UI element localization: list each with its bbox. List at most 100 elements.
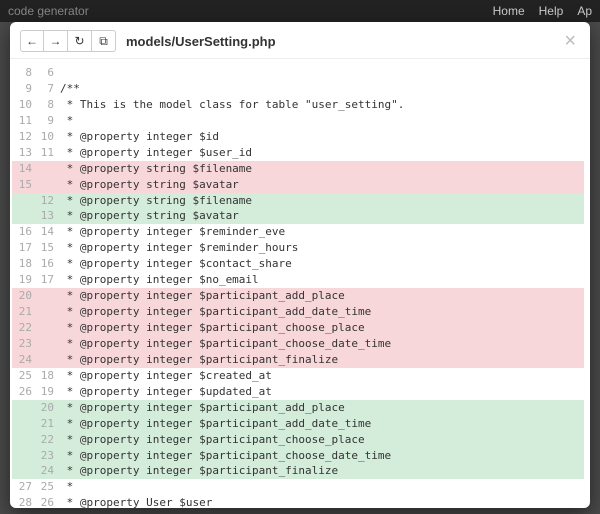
old-line-number: [12, 432, 34, 448]
old-line-number: [12, 400, 34, 416]
old-line-number: 24: [12, 352, 34, 368]
code-content: * @property integer $contact_share: [56, 256, 584, 272]
old-line-number: 11: [12, 113, 34, 129]
diff-line-del: 21 * @property integer $participant_add_…: [12, 304, 584, 320]
code-content: * @property integer $participant_add_dat…: [56, 304, 584, 320]
new-line-number: 13: [34, 208, 56, 224]
diff-line-del: 15 * @property string $avatar: [12, 177, 584, 193]
code-content: * @property integer $participant_add_pla…: [56, 400, 584, 416]
new-line-number: [34, 161, 56, 177]
old-line-number: 20: [12, 288, 34, 304]
old-line-number: 25: [12, 368, 34, 384]
diff-line-ctx: 97/**: [12, 81, 584, 97]
diff-line-ctx: 119 *: [12, 113, 584, 129]
code-content: /**: [56, 81, 584, 97]
code-content: * This is the model class for table "use…: [56, 97, 584, 113]
diff-line-add: 12 * @property string $filename: [12, 193, 584, 209]
brand-title: code generator: [8, 4, 89, 18]
new-line-number: 6: [34, 65, 56, 81]
forward-button[interactable]: →: [44, 30, 68, 52]
diff-line-add: 20 * @property integer $participant_add_…: [12, 400, 584, 416]
diff-line-add: 24 * @property integer $participant_fina…: [12, 463, 584, 479]
topbar-links: Home Help Ap: [493, 4, 592, 18]
diff-line-ctx: 108 * This is the model class for table …: [12, 97, 584, 113]
new-line-number: 10: [34, 129, 56, 145]
code-content: * @property integer $id: [56, 129, 584, 145]
code-content: * @property integer $updated_at: [56, 384, 584, 400]
code-content: * @property integer $participant_choose_…: [56, 432, 584, 448]
new-line-number: 23: [34, 448, 56, 464]
new-line-number: 11: [34, 145, 56, 161]
new-line-number: [34, 352, 56, 368]
nav-link-help[interactable]: Help: [539, 4, 564, 18]
old-line-number: 13: [12, 145, 34, 161]
diff-viewer[interactable]: 8697/**108 * This is the model class for…: [10, 59, 590, 508]
old-line-number: [12, 416, 34, 432]
old-line-number: 26: [12, 384, 34, 400]
old-line-number: 16: [12, 224, 34, 240]
new-line-number: 15: [34, 240, 56, 256]
file-path: models/UserSetting.php: [126, 34, 276, 49]
new-line-number: [34, 177, 56, 193]
new-line-number: 24: [34, 463, 56, 479]
new-line-number: 25: [34, 479, 56, 495]
diff-line-ctx: 2619 * @property integer $updated_at: [12, 384, 584, 400]
new-line-number: 14: [34, 224, 56, 240]
old-line-number: 28: [12, 495, 34, 508]
diff-line-ctx: 2518 * @property integer $created_at: [12, 368, 584, 384]
old-line-number: 18: [12, 256, 34, 272]
old-line-number: 22: [12, 320, 34, 336]
code-content: *: [56, 113, 584, 129]
old-line-number: 8: [12, 65, 34, 81]
old-line-number: 12: [12, 129, 34, 145]
nav-button-group: ← → ↻ ⧉: [20, 30, 116, 52]
new-line-number: 17: [34, 272, 56, 288]
diff-line-ctx: 1917 * @property integer $no_email: [12, 272, 584, 288]
old-line-number: [12, 208, 34, 224]
diff-line-ctx: 2826 * @property User $user: [12, 495, 584, 508]
code-content: * @property integer $participant_add_dat…: [56, 416, 584, 432]
diff-line-add: 22 * @property integer $participant_choo…: [12, 432, 584, 448]
diff-line-ctx: 1614 * @property integer $reminder_eve: [12, 224, 584, 240]
code-content: * @property integer $participant_choose_…: [56, 320, 584, 336]
old-line-number: 23: [12, 336, 34, 352]
nav-link-app[interactable]: Ap: [577, 4, 592, 18]
back-button[interactable]: ←: [20, 30, 44, 52]
code-content: * @property integer $participant_finaliz…: [56, 463, 584, 479]
code-content: * @property integer $participant_finaliz…: [56, 352, 584, 368]
diff-line-ctx: 1816 * @property integer $contact_share: [12, 256, 584, 272]
new-line-number: [34, 336, 56, 352]
new-line-number: [34, 320, 56, 336]
old-line-number: 19: [12, 272, 34, 288]
code-content: * @property integer $participant_choose_…: [56, 448, 584, 464]
code-content: * @property integer $reminder_hours: [56, 240, 584, 256]
diff-line-ctx: 1311 * @property integer $user_id: [12, 145, 584, 161]
old-line-number: 27: [12, 479, 34, 495]
old-line-number: 10: [12, 97, 34, 113]
code-content: * @property integer $no_email: [56, 272, 584, 288]
new-line-number: 26: [34, 495, 56, 508]
code-content: * @property string $avatar: [56, 177, 584, 193]
old-line-number: [12, 448, 34, 464]
code-content: *: [56, 479, 584, 495]
close-icon[interactable]: ×: [560, 31, 580, 51]
app-topbar: code generator Home Help Ap: [0, 0, 600, 22]
diff-modal: ← → ↻ ⧉ models/UserSetting.php × 8697/**…: [10, 22, 590, 508]
nav-link-home[interactable]: Home: [493, 4, 525, 18]
copy-button[interactable]: ⧉: [92, 30, 116, 52]
code-content: * @property integer $reminder_eve: [56, 224, 584, 240]
code-content: [56, 65, 584, 81]
diff-line-ctx: 86: [12, 65, 584, 81]
new-line-number: 9: [34, 113, 56, 129]
new-line-number: 22: [34, 432, 56, 448]
code-content: * @property integer $created_at: [56, 368, 584, 384]
old-line-number: [12, 193, 34, 209]
new-line-number: 18: [34, 368, 56, 384]
old-line-number: 17: [12, 240, 34, 256]
diff-line-del: 14 * @property string $filename: [12, 161, 584, 177]
new-line-number: [34, 288, 56, 304]
code-content: * @property integer $participant_add_pla…: [56, 288, 584, 304]
refresh-button[interactable]: ↻: [68, 30, 92, 52]
old-line-number: 9: [12, 81, 34, 97]
diff-line-add: 13 * @property string $avatar: [12, 208, 584, 224]
